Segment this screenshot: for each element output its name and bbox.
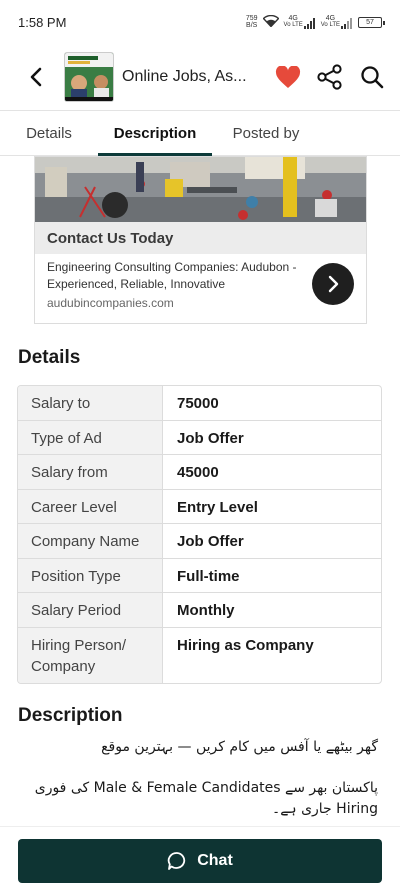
listing-thumbnail[interactable] [64, 52, 114, 102]
table-row: Type of Ad Job Offer [18, 420, 381, 455]
row-value: Monthly [177, 602, 235, 619]
ad-open-button[interactable] [312, 263, 354, 305]
row-label: Salary from [18, 455, 163, 489]
search-button[interactable] [354, 59, 390, 95]
row-value: Job Offer [177, 429, 244, 447]
network-speed: 759 B/S [245, 15, 258, 29]
table-row: Career Level Entry Level [18, 489, 381, 524]
chat-bubble-icon [168, 852, 186, 870]
row-value: Job Offer [177, 533, 244, 550]
heart-icon [275, 65, 301, 88]
chat-button-label: Chat [197, 852, 233, 869]
chat-button[interactable]: Chat [18, 839, 382, 883]
chevron-right-icon [328, 275, 339, 293]
back-arrow-icon [30, 67, 42, 87]
status-bar: 1:58 PM 759 B/S 4G Vo LTE 4G Vo LTE 57 [0, 0, 400, 44]
tab-details[interactable]: Details [0, 111, 98, 155]
row-value: Full-time [177, 567, 240, 585]
listing-content[interactable]: Contact Us Today Engineering Consulting … [0, 156, 400, 826]
tab-bar: Details Description Posted by [0, 110, 400, 156]
status-time: 1:58 PM [18, 14, 67, 30]
listing-title: Online Jobs, As... [122, 68, 247, 85]
row-value: 75000 [177, 395, 219, 412]
row-label: Type of Ad [18, 420, 163, 454]
ad-image [35, 157, 366, 222]
table-row: Hiring Person/ Company Hiring as Company [18, 627, 381, 683]
row-label: Position Type [18, 558, 163, 592]
row-value: Hiring as Company [177, 636, 314, 654]
row-label: Salary to [18, 386, 163, 420]
table-row: Company Name Job Offer [18, 524, 381, 559]
ad-headline: Contact Us Today [35, 222, 366, 254]
ad-domain: audubincompanies.com [47, 296, 174, 310]
description-line: پاکستان بھر سے Male & Female Candidates … [34, 780, 378, 796]
search-icon [361, 66, 384, 89]
tab-description[interactable]: Description [98, 111, 212, 156]
signal-2: 4G Vo LTE [321, 15, 353, 29]
row-label: Salary Period [18, 593, 163, 627]
description-heading: Description [18, 705, 123, 726]
table-row: Salary to 75000 [18, 386, 381, 421]
share-icon [317, 64, 342, 90]
row-value: 45000 [177, 464, 219, 481]
details-table: Salary to 75000 Type of Ad Job Offer Sal… [17, 385, 382, 684]
status-indicators: 759 B/S 4G Vo LTE 4G Vo LTE 57 [245, 14, 385, 29]
table-row: Position Type Full-time [18, 558, 381, 593]
wifi-icon [262, 14, 280, 29]
share-button[interactable] [312, 59, 348, 95]
details-heading: Details [18, 347, 81, 368]
battery-icon: 57 [358, 16, 385, 28]
row-label: Company Name [18, 524, 163, 558]
row-label: Career Level [18, 489, 163, 523]
ad-card[interactable]: Contact Us Today Engineering Consulting … [34, 156, 367, 324]
description-line: گھر بیٹھے یا آفس میں کام کریں — بہترین م… [101, 739, 378, 755]
favorite-button[interactable] [270, 59, 306, 95]
signal-1: 4G Vo LTE [284, 15, 316, 29]
table-row: Salary Period Monthly [18, 593, 381, 628]
bottom-bar: Chat [0, 826, 400, 895]
app-bar: Online Jobs, As... [0, 44, 400, 110]
signal-icon [303, 18, 315, 29]
signal-icon [341, 18, 352, 29]
back-button[interactable] [14, 55, 58, 99]
row-label: Hiring Person/ Company [18, 627, 163, 683]
description-line: Hiring جاری ہے۔ [272, 801, 378, 817]
table-row: Salary from 45000 [18, 455, 381, 490]
ad-description: Engineering Consulting Companies: Audubo… [47, 260, 297, 291]
row-value: Entry Level [177, 498, 258, 516]
tab-posted-by[interactable]: Posted by [212, 111, 320, 155]
